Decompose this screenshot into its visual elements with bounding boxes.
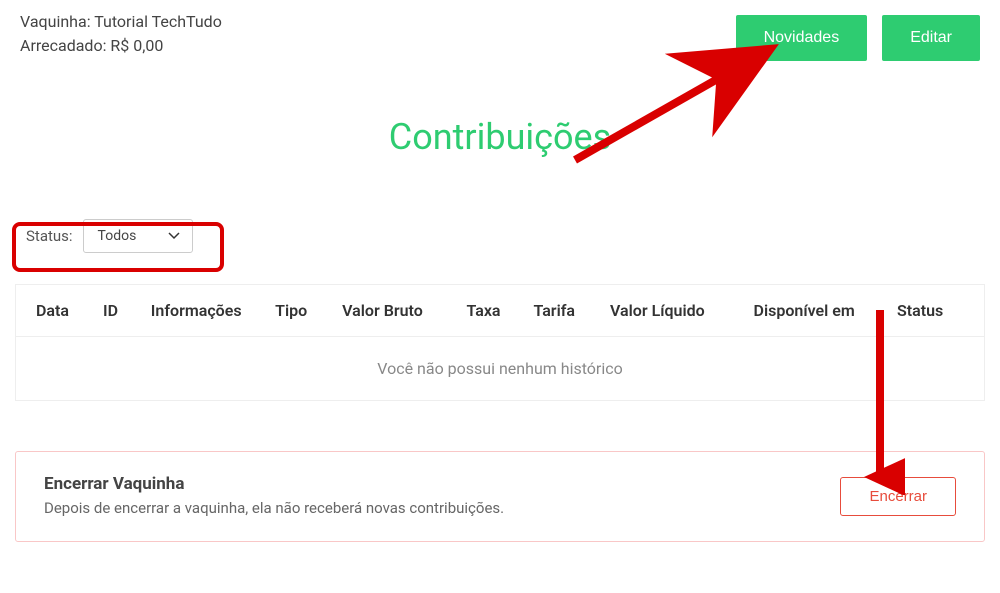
close-campaign-title: Encerrar Vaquinha bbox=[44, 474, 504, 494]
campaign-raised: Arrecadado: R$ 0,00 bbox=[20, 34, 222, 58]
col-header-id: ID bbox=[103, 301, 151, 320]
col-header-data: Data bbox=[36, 301, 103, 320]
col-header-taxa: Taxa bbox=[467, 301, 534, 320]
close-campaign-panel: Encerrar Vaquinha Depois de encerrar a v… bbox=[15, 451, 985, 542]
novidades-button[interactable]: Novidades bbox=[736, 15, 868, 61]
status-filter-select[interactable]: Todos bbox=[83, 219, 193, 253]
table-header-row: Data ID Informações Tipo Valor Bruto Tax… bbox=[16, 285, 984, 337]
status-filter-row: Status: Todos bbox=[18, 213, 201, 259]
col-header-disponivel: Disponível em bbox=[754, 301, 898, 320]
col-header-status: Status bbox=[897, 301, 964, 320]
page-title: Contribuições bbox=[0, 116, 1000, 158]
editar-button[interactable]: Editar bbox=[882, 15, 980, 61]
col-header-bruto: Valor Bruto bbox=[342, 301, 466, 320]
table-empty-message: Você não possui nenhum histórico bbox=[16, 337, 984, 400]
col-header-liquido: Valor Líquido bbox=[610, 301, 754, 320]
chevron-down-icon bbox=[168, 228, 180, 244]
status-filter-value: Todos bbox=[98, 228, 137, 244]
campaign-title: Vaquinha: Tutorial TechTudo bbox=[20, 10, 222, 34]
col-header-tarifa: Tarifa bbox=[533, 301, 610, 320]
col-header-info: Informações bbox=[151, 301, 275, 320]
contributions-table: Data ID Informações Tipo Valor Bruto Tax… bbox=[15, 284, 985, 401]
status-filter-label: Status: bbox=[26, 227, 73, 245]
close-campaign-description: Depois de encerrar a vaquinha, ela não r… bbox=[44, 498, 504, 519]
col-header-tipo: Tipo bbox=[275, 301, 342, 320]
encerrar-button[interactable]: Encerrar bbox=[840, 477, 956, 516]
